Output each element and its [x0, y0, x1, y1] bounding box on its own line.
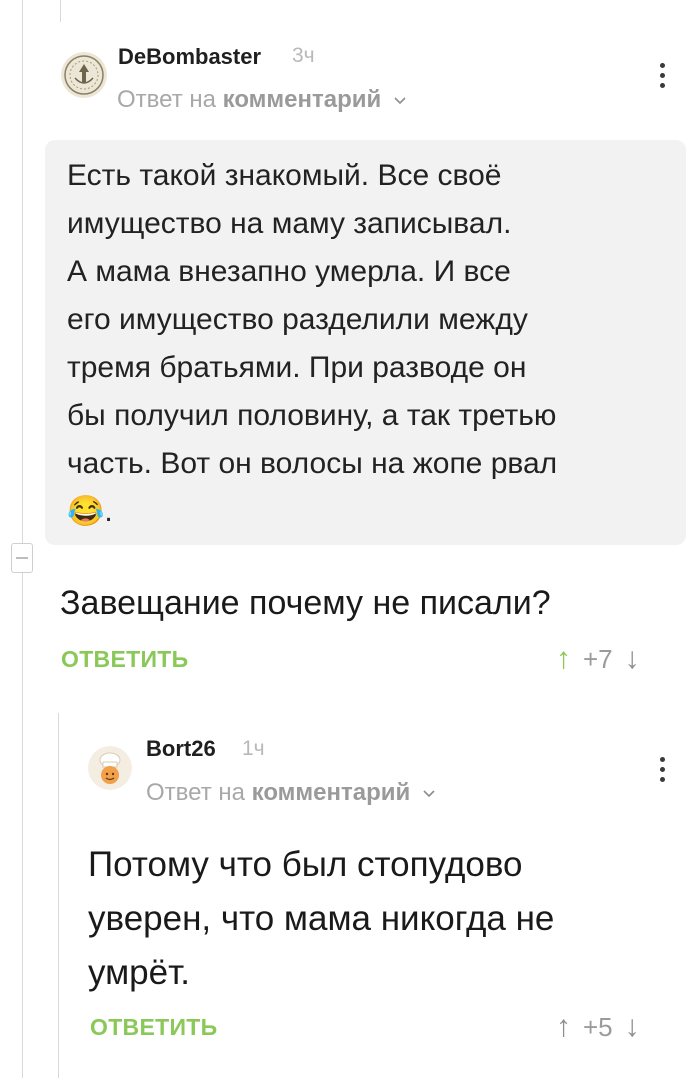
- reply-to-target: комментарий: [222, 86, 382, 113]
- chevron-down-icon: [423, 790, 435, 797]
- arrow-up-icon[interactable]: ↑: [556, 1010, 571, 1044]
- thread-line-outer: [22, 0, 23, 543]
- comment-time: 1ч: [242, 737, 265, 760]
- collapse-thread-button[interactable]: [11, 543, 33, 573]
- quoted-comment[interactable]: Есть такой знакомый. Все своё имущество …: [45, 140, 686, 545]
- thread-line-outer-bottom: [22, 573, 23, 1078]
- rating-value: +7: [583, 643, 613, 674]
- arrow-up-icon[interactable]: ↑: [556, 642, 571, 676]
- comment-text: Завещание почему не писали?: [60, 584, 551, 622]
- reply-to-target: комментарий: [251, 779, 411, 806]
- rating-value: +5: [583, 1011, 613, 1042]
- more-options-icon[interactable]: [657, 757, 667, 782]
- more-options-icon[interactable]: [657, 63, 667, 88]
- avatar-image: [61, 52, 107, 98]
- reply-button[interactable]: ОТВЕТИТЬ: [90, 1014, 217, 1041]
- reply-button[interactable]: ОТВЕТИТЬ: [61, 646, 188, 673]
- chevron-down-icon: [394, 97, 406, 104]
- rating-controls: ↑ +7 ↓: [556, 642, 640, 676]
- avatar[interactable]: [88, 746, 132, 790]
- rating-controls: ↑ +5 ↓: [556, 1010, 640, 1044]
- quoted-text: Есть такой знакомый. Все своё имущество …: [67, 159, 558, 528]
- avatar[interactable]: [61, 52, 107, 98]
- reply-to-link[interactable]: Ответ на комментарий: [117, 86, 406, 114]
- arrow-down-icon[interactable]: ↓: [625, 1010, 640, 1044]
- reply-to-prefix: Ответ на: [117, 86, 216, 113]
- comment-time: 3ч: [292, 44, 315, 67]
- reply-to-prefix: Ответ на: [146, 779, 245, 806]
- comment-text: Потому что был стопудово уверен, что мам…: [88, 845, 555, 992]
- username[interactable]: Bort26: [146, 736, 216, 762]
- reply-to-link[interactable]: Ответ на комментарий: [146, 779, 435, 807]
- username[interactable]: DeBombaster: [118, 44, 261, 70]
- arrow-down-icon[interactable]: ↓: [625, 642, 640, 676]
- thread-line-nested: [58, 713, 59, 1078]
- avatar-image: [88, 746, 132, 790]
- thread-line-top-stub: [60, 0, 61, 22]
- collapse-icon: [16, 557, 28, 559]
